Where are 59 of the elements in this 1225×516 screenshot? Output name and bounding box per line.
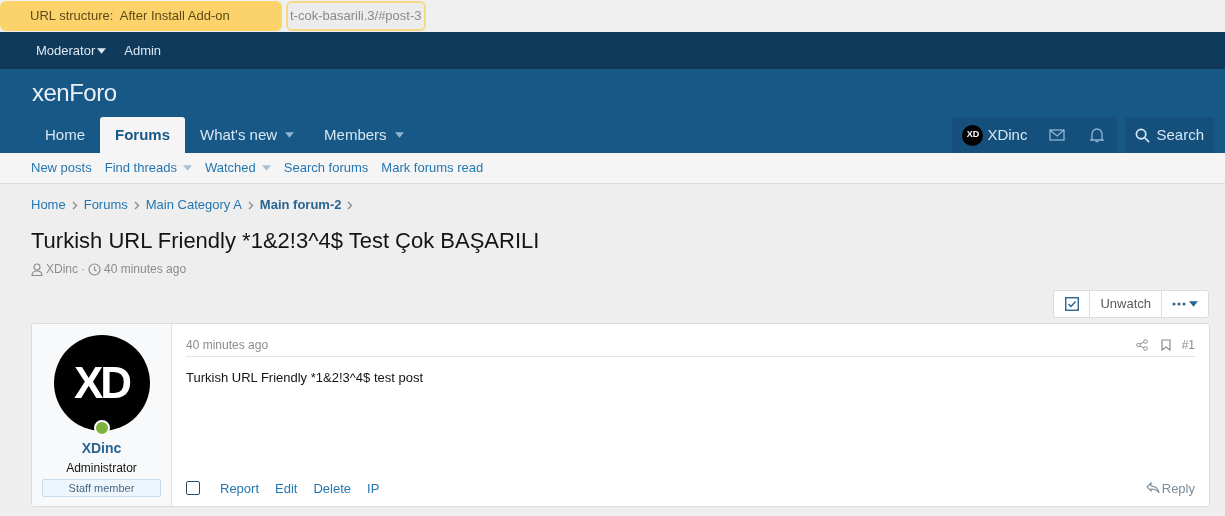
select-post-checkbox[interactable]: [186, 481, 200, 496]
post-body: Turkish URL Friendly *1&2!3^4$ test post: [186, 369, 425, 387]
post-number[interactable]: #1: [1181, 336, 1195, 354]
caret-icon: [97, 47, 107, 54]
user-avatar[interactable]: XD: [53, 335, 150, 431]
caret-icon: [1189, 301, 1198, 307]
nav-tab[interactable]: Members: [309, 117, 419, 153]
post-action-link[interactable]: Delete: [313, 478, 351, 498]
caret-icon: [261, 165, 271, 171]
breadcrumb-link[interactable]: Forums: [83, 195, 128, 215]
more-icon: [1172, 302, 1186, 306]
search-icon: [1135, 127, 1151, 143]
account-link[interactable]: XD XDinc: [952, 117, 1038, 153]
user-icon: [31, 262, 43, 276]
url-field: t-cok-basarili.3/#post-3: [286, 0, 426, 31]
breadcrumb-link[interactable]: Home: [31, 195, 66, 215]
avatar: XD: [962, 124, 984, 146]
unwatch-button[interactable]: Unwatch: [1090, 291, 1162, 317]
chevron-icon: [71, 200, 78, 210]
bookmark-icon[interactable]: [1160, 339, 1171, 351]
staff-bar-link[interactable]: Moderator: [36, 40, 107, 61]
sub-nav-link[interactable]: Find threads: [104, 158, 192, 178]
sub-nav-link[interactable]: Mark forums read: [381, 158, 484, 178]
thread-time[interactable]: 40 minutes ago: [104, 260, 187, 278]
nav-tab[interactable]: What's new: [185, 117, 310, 153]
sub-nav-link[interactable]: New posts: [31, 158, 92, 178]
checkbox-icon: [1064, 297, 1079, 311]
breadcrumb-link[interactable]: Main Category A: [145, 195, 242, 215]
reply-link[interactable]: Reply: [1145, 478, 1195, 498]
logo[interactable]: xenForo: [32, 75, 117, 111]
post-action-link[interactable]: Report: [220, 478, 260, 498]
post-action-link[interactable]: Edit: [275, 478, 298, 498]
sub-nav-link[interactable]: Search forums: [283, 158, 369, 178]
thread-author[interactable]: XDinc: [46, 260, 78, 278]
share-icon[interactable]: [1135, 339, 1148, 351]
reply-icon: [1145, 482, 1160, 495]
clock-icon: [88, 262, 101, 276]
url-structure-label: URL structure: After Install Add-on: [0, 0, 282, 31]
thread-title: Turkish URL Friendly *1&2!3^4$ Test Çok BAŞARILI: [31, 228, 541, 254]
breadcrumb-link[interactable]: Main forum-2: [259, 195, 342, 215]
post-action-link[interactable]: IP: [367, 478, 380, 498]
nav-tab[interactable]: Forums: [100, 117, 186, 153]
post-time[interactable]: 40 minutes ago: [186, 336, 269, 354]
search-button[interactable]: Search: [1125, 117, 1214, 153]
username[interactable]: XDinc: [81, 438, 122, 459]
chevron-icon: [247, 200, 254, 210]
nav-tab[interactable]: Home: [30, 117, 100, 153]
bell-icon[interactable]: [1090, 127, 1105, 143]
envelope-icon[interactable]: [1049, 129, 1066, 141]
sub-nav-link[interactable]: Watched: [204, 158, 271, 178]
separator-dot: ·: [81, 261, 85, 278]
staff-bar-link[interactable]: Admin: [124, 40, 162, 61]
caret-icon: [182, 165, 192, 171]
caret-icon: [394, 132, 404, 138]
chevron-icon: [347, 200, 354, 210]
chevron-icon: [133, 200, 140, 210]
caret-icon: [285, 132, 295, 138]
user-title: Administrator: [66, 460, 137, 477]
staff-banner: Staff member: [42, 479, 161, 497]
